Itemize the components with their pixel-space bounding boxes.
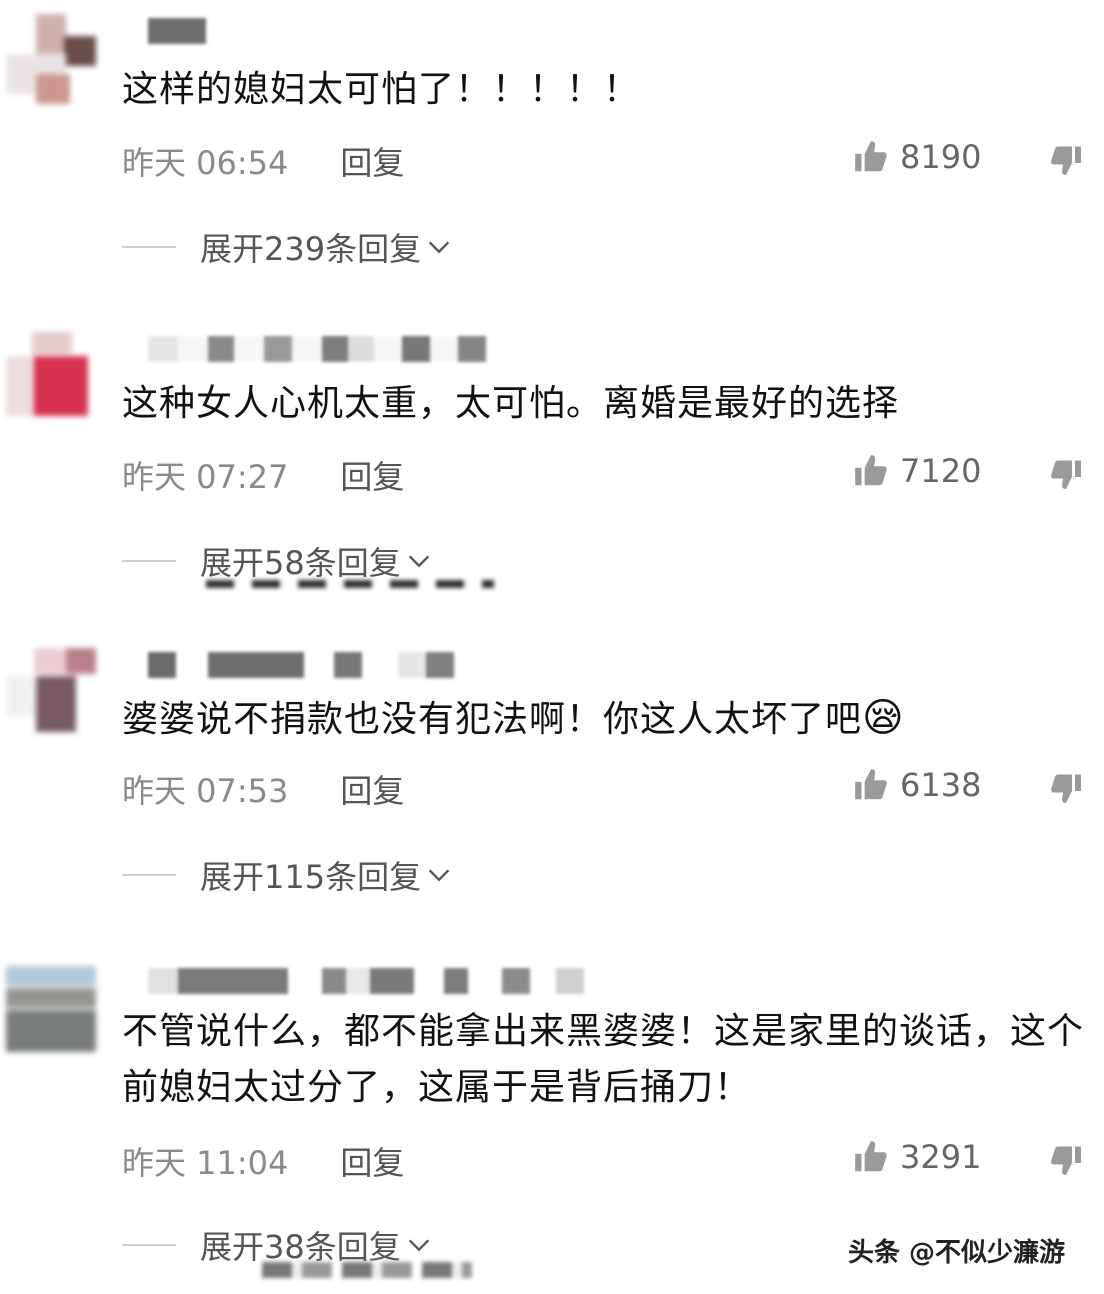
divider-line (122, 874, 176, 876)
username-redacted[interactable] (148, 18, 206, 44)
username-redacted[interactable] (148, 652, 454, 678)
thumbs-up-icon (855, 455, 887, 486)
expand-replies-button[interactable]: 展开115条回复 (122, 852, 453, 898)
expand-replies-button[interactable]: 展开239条回复 (122, 224, 453, 270)
chevron-down-icon (408, 1239, 429, 1252)
comment-text-body: 婆婆说不捐款也没有犯法啊！你这人太坏了吧 (122, 699, 863, 740)
reply-button[interactable]: 回复 (340, 452, 404, 498)
thumbs-down-icon (1051, 146, 1081, 175)
like-button[interactable]: 6138 (852, 766, 981, 804)
comment-time: 昨天 07:27 (122, 458, 289, 496)
redaction-bar (262, 1262, 472, 1278)
expand-replies-button[interactable]: 展开58条回复 (122, 538, 433, 584)
redaction-bar (206, 580, 494, 588)
comment-text: 这种女人心机太重，太可怕。离婚是最好的选择 (122, 383, 900, 424)
dislike-button[interactable] (1048, 142, 1084, 182)
username-redacted[interactable] (148, 336, 486, 362)
expand-replies-label: 展开239条回复 (200, 230, 422, 268)
chevron-down-icon (428, 869, 450, 882)
expand-replies-label: 展开58条回复 (200, 544, 401, 582)
like-count: 3291 (900, 1138, 982, 1176)
watermark: 头条 @不似少濂游 (848, 1238, 1066, 1268)
thumbs-up-icon (855, 141, 887, 172)
like-count: 8190 (900, 138, 982, 176)
comment-meta: 昨天 07:53 回复 (122, 766, 404, 812)
divider-line (122, 560, 176, 562)
thumbs-down-icon (1051, 1146, 1081, 1175)
username-redacted[interactable] (148, 968, 584, 994)
comment-text: 不管说什么，都不能拿出来黑婆婆！这是家里的谈话，这个前媳妇太过分了，这属于是背后… (122, 1011, 1085, 1108)
reply-button[interactable]: 回复 (340, 1138, 404, 1184)
dislike-button[interactable] (1048, 456, 1084, 496)
chevron-down-icon (428, 241, 450, 254)
comment-time: 昨天 07:53 (122, 772, 289, 810)
reply-button[interactable]: 回复 (340, 766, 404, 812)
like-button[interactable]: 7120 (852, 452, 981, 490)
comment-text: 婆婆说不捐款也没有犯法啊！你这人太坏了吧😪 (122, 690, 1084, 748)
thumbs-down-icon (1051, 774, 1081, 803)
comment-time: 昨天 11:04 (122, 1144, 289, 1182)
like-count: 7120 (900, 452, 982, 490)
avatar[interactable] (6, 966, 96, 1056)
chevron-down-icon (408, 555, 429, 568)
like-button[interactable]: 3291 (852, 1138, 981, 1176)
divider-line (122, 246, 176, 248)
expand-replies-label: 展开115条回复 (200, 858, 422, 896)
sleepy-face-emoji-icon: 😪 (862, 695, 905, 741)
dislike-button[interactable] (1048, 770, 1084, 810)
avatar[interactable] (6, 648, 96, 738)
thumbs-up-icon (855, 1141, 887, 1172)
comment-meta: 昨天 06:54 回复 (122, 138, 404, 184)
comment-text: 这样的媳妇太可怕了！！！！！ (122, 69, 641, 110)
comment-meta: 昨天 11:04 回复 (122, 1138, 404, 1184)
avatar[interactable] (6, 14, 96, 104)
thumbs-down-icon (1051, 460, 1081, 489)
like-button[interactable]: 8190 (852, 138, 981, 176)
dislike-button[interactable] (1048, 1142, 1084, 1182)
divider-line (122, 1244, 176, 1246)
comment-time: 昨天 06:54 (122, 144, 289, 182)
comment-meta: 昨天 07:27 回复 (122, 452, 404, 498)
like-count: 6138 (900, 766, 982, 804)
avatar[interactable] (6, 332, 96, 422)
reply-button[interactable]: 回复 (340, 138, 404, 184)
thumbs-up-icon (855, 769, 887, 800)
